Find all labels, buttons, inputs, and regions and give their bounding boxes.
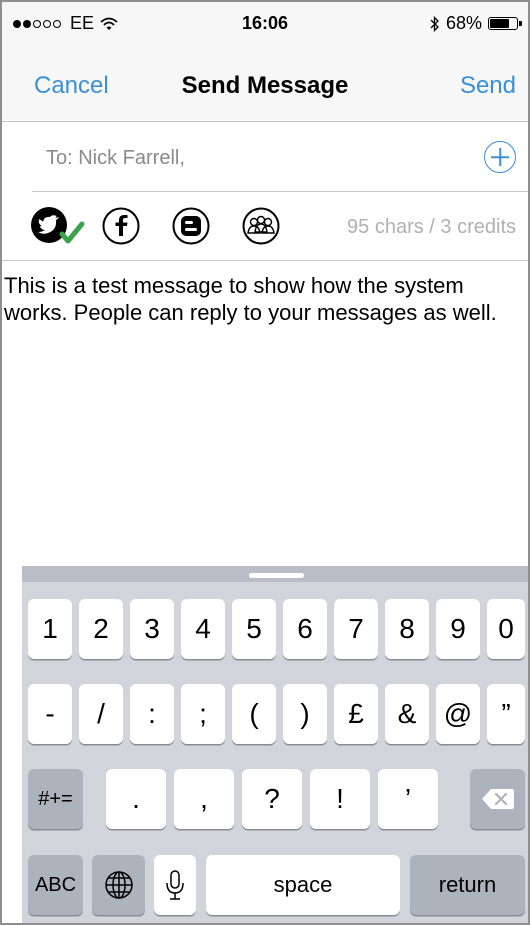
- send-button[interactable]: Send: [460, 72, 516, 100]
- key-question[interactable]: ?: [242, 769, 302, 829]
- key-slash[interactable]: /: [79, 684, 123, 744]
- key-6[interactable]: 6: [283, 599, 327, 659]
- battery-icon: [488, 17, 522, 30]
- keyboard-drag-handle[interactable]: [249, 573, 304, 578]
- recipient-row[interactable]: To: Nick Farrell,: [2, 123, 528, 191]
- key-8[interactable]: 8: [385, 599, 429, 659]
- key-1[interactable]: 1: [28, 599, 72, 659]
- nav-bar: Cancel Send Message Send: [2, 42, 528, 122]
- key-0[interactable]: 0: [487, 599, 525, 659]
- plus-circle-icon[interactable]: [484, 141, 516, 173]
- social-row: 95 chars / 3 credits: [2, 192, 528, 260]
- return-key[interactable]: return: [410, 855, 525, 915]
- space-key[interactable]: space: [206, 855, 400, 915]
- key-hyphen[interactable]: -: [28, 684, 72, 744]
- battery-percent: 68%: [445, 13, 482, 33]
- message-textarea[interactable]: This is a test message to show how the s…: [4, 272, 504, 326]
- divider: [2, 260, 528, 261]
- key-exclamation[interactable]: !: [310, 769, 370, 829]
- key-2[interactable]: 2: [79, 599, 123, 659]
- key-4[interactable]: 4: [181, 599, 225, 659]
- facebook-icon[interactable]: [102, 207, 140, 245]
- key-5[interactable]: 5: [232, 599, 276, 659]
- key-apostrophe[interactable]: ’: [378, 769, 438, 829]
- key-pound[interactable]: £: [334, 684, 378, 744]
- group-icon[interactable]: [242, 207, 280, 245]
- backspace-key[interactable]: [470, 769, 525, 829]
- key-open-paren[interactable]: (: [232, 684, 276, 744]
- key-colon[interactable]: :: [130, 684, 174, 744]
- status-right: 68%: [430, 13, 522, 34]
- key-quote[interactable]: ”: [487, 684, 525, 744]
- key-more-symbols[interactable]: #+=: [28, 769, 83, 829]
- key-period[interactable]: .: [106, 769, 166, 829]
- microphone-icon: [166, 870, 184, 900]
- key-abc[interactable]: ABC: [28, 855, 83, 915]
- key-ampersand[interactable]: &: [385, 684, 429, 744]
- key-semicolon[interactable]: ;: [181, 684, 225, 744]
- page-title: Send Message: [181, 72, 349, 99]
- key-comma[interactable]: ,: [174, 769, 234, 829]
- battery-nub: [519, 21, 522, 26]
- key-close-paren[interactable]: ): [283, 684, 327, 744]
- globe-key[interactable]: [92, 855, 145, 915]
- blogger-icon[interactable]: [172, 207, 210, 245]
- bluetooth-icon: [430, 15, 439, 32]
- twitter-icon[interactable]: [30, 204, 90, 248]
- backspace-icon: [481, 789, 514, 809]
- key-at[interactable]: @: [436, 684, 480, 744]
- globe-icon: [104, 871, 133, 899]
- recipient-field[interactable]: To: Nick Farrell,: [46, 147, 185, 170]
- key-3[interactable]: 3: [130, 599, 174, 659]
- status-bar: EE 16:06 68%: [2, 2, 528, 42]
- compose-screen: EE 16:06 68% Cancel Send Message Send To…: [0, 0, 530, 925]
- key-7[interactable]: 7: [334, 599, 378, 659]
- microphone-key[interactable]: [154, 855, 196, 915]
- keyboard: 1 2 3 4 5 6 7 8 9 0 - / : ; ( ) £ & @ ” …: [22, 566, 528, 923]
- character-counter: 95 chars / 3 credits: [347, 216, 516, 238]
- battery-fill: [490, 19, 510, 28]
- key-9[interactable]: 9: [436, 599, 480, 659]
